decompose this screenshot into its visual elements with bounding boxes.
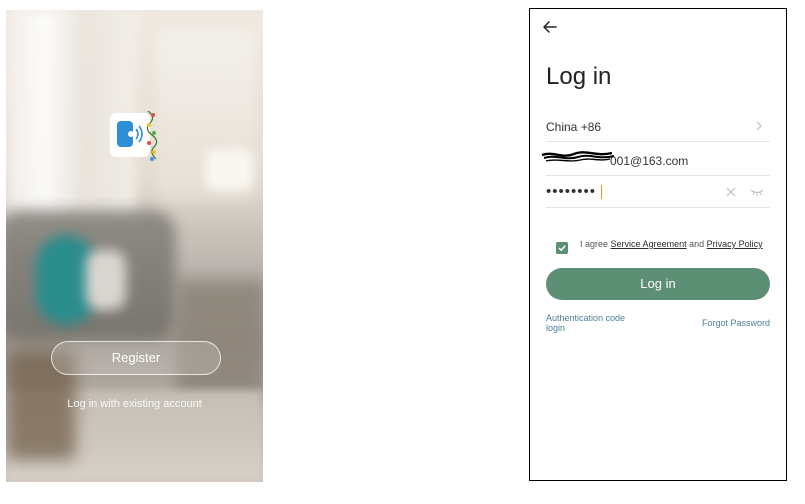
welcome-screen: Register Log in with existing account bbox=[6, 10, 263, 482]
login-existing-account-link[interactable]: Log in with existing account bbox=[26, 398, 243, 410]
authentication-code-login-link[interactable]: Authentication code login bbox=[546, 313, 646, 333]
clear-icon[interactable] bbox=[726, 187, 736, 197]
background-cushion-light bbox=[86, 250, 126, 310]
screenshot-canvas: Register Log in with existing account Lo… bbox=[0, 0, 805, 504]
agree-and: and bbox=[689, 239, 705, 249]
password-field[interactable]: •••••••• bbox=[546, 179, 770, 208]
app-logo-icon bbox=[110, 111, 158, 161]
text-cursor bbox=[601, 185, 602, 199]
agreement-text: I agree Service Agreement and Privacy Po… bbox=[580, 239, 770, 249]
page-title: Log in bbox=[546, 63, 612, 90]
email-visible-digits: 001 bbox=[610, 154, 631, 168]
redaction-scribble bbox=[541, 151, 615, 162]
service-agreement-link[interactable]: Service Agreement bbox=[611, 239, 687, 249]
country-selector[interactable]: China +86 bbox=[546, 113, 770, 142]
email-value: 001@163.com bbox=[610, 154, 688, 168]
agree-checkbox-checked-icon[interactable] bbox=[556, 242, 568, 254]
email-domain-text: @163.com bbox=[630, 154, 689, 168]
back-arrow-icon[interactable] bbox=[542, 19, 558, 35]
login-screen: Log in China +86 001@163.com •••••••• I … bbox=[529, 8, 787, 481]
country-code-label: China +86 bbox=[546, 120, 602, 134]
eye-hidden-icon[interactable] bbox=[750, 188, 764, 196]
register-button[interactable]: Register bbox=[51, 341, 221, 375]
forgot-password-link[interactable]: Forgot Password bbox=[702, 318, 770, 328]
email-field[interactable]: 001@163.com bbox=[541, 147, 770, 176]
agree-prefix: I agree bbox=[580, 239, 609, 249]
password-value: •••••••• bbox=[546, 183, 597, 200]
background-lamp bbox=[206, 150, 252, 190]
login-button[interactable]: Log in bbox=[546, 268, 770, 300]
chevron-right-icon bbox=[756, 121, 762, 131]
privacy-policy-link[interactable]: Privacy Policy bbox=[707, 239, 763, 249]
background-side-table bbox=[176, 280, 263, 400]
